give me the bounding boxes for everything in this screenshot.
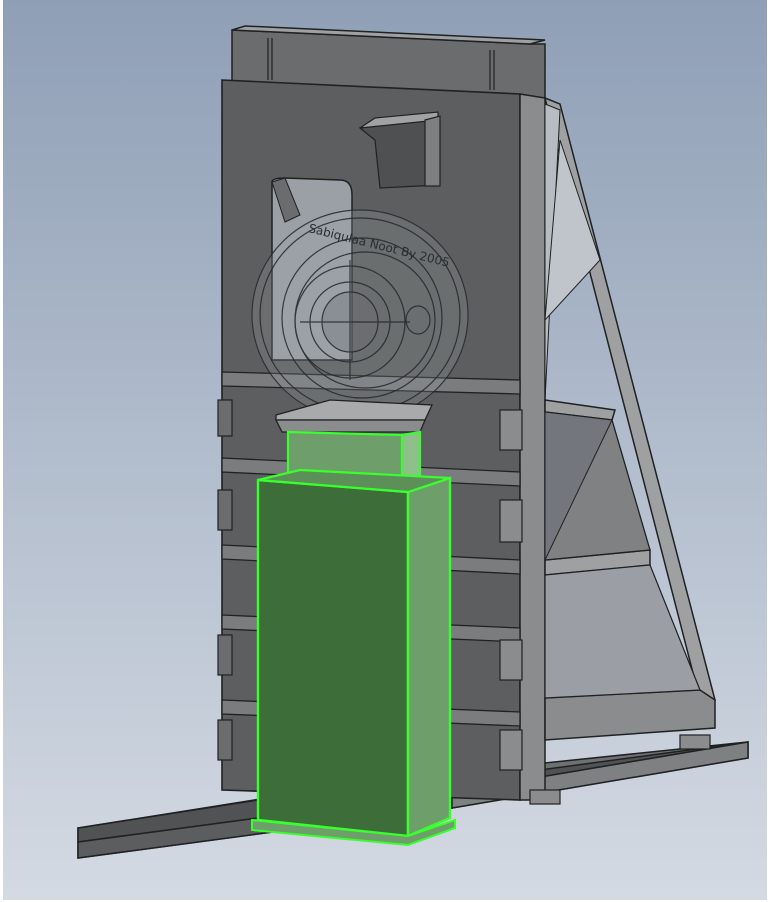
cad-model-canvas[interactable]: Sabiqulaa Noot By 2005: [0, 0, 770, 902]
3d-model-viewport[interactable]: Sabiqulaa Noot By 2005: [0, 0, 770, 902]
selected-pedestal-column[interactable]: [251, 430, 456, 847]
